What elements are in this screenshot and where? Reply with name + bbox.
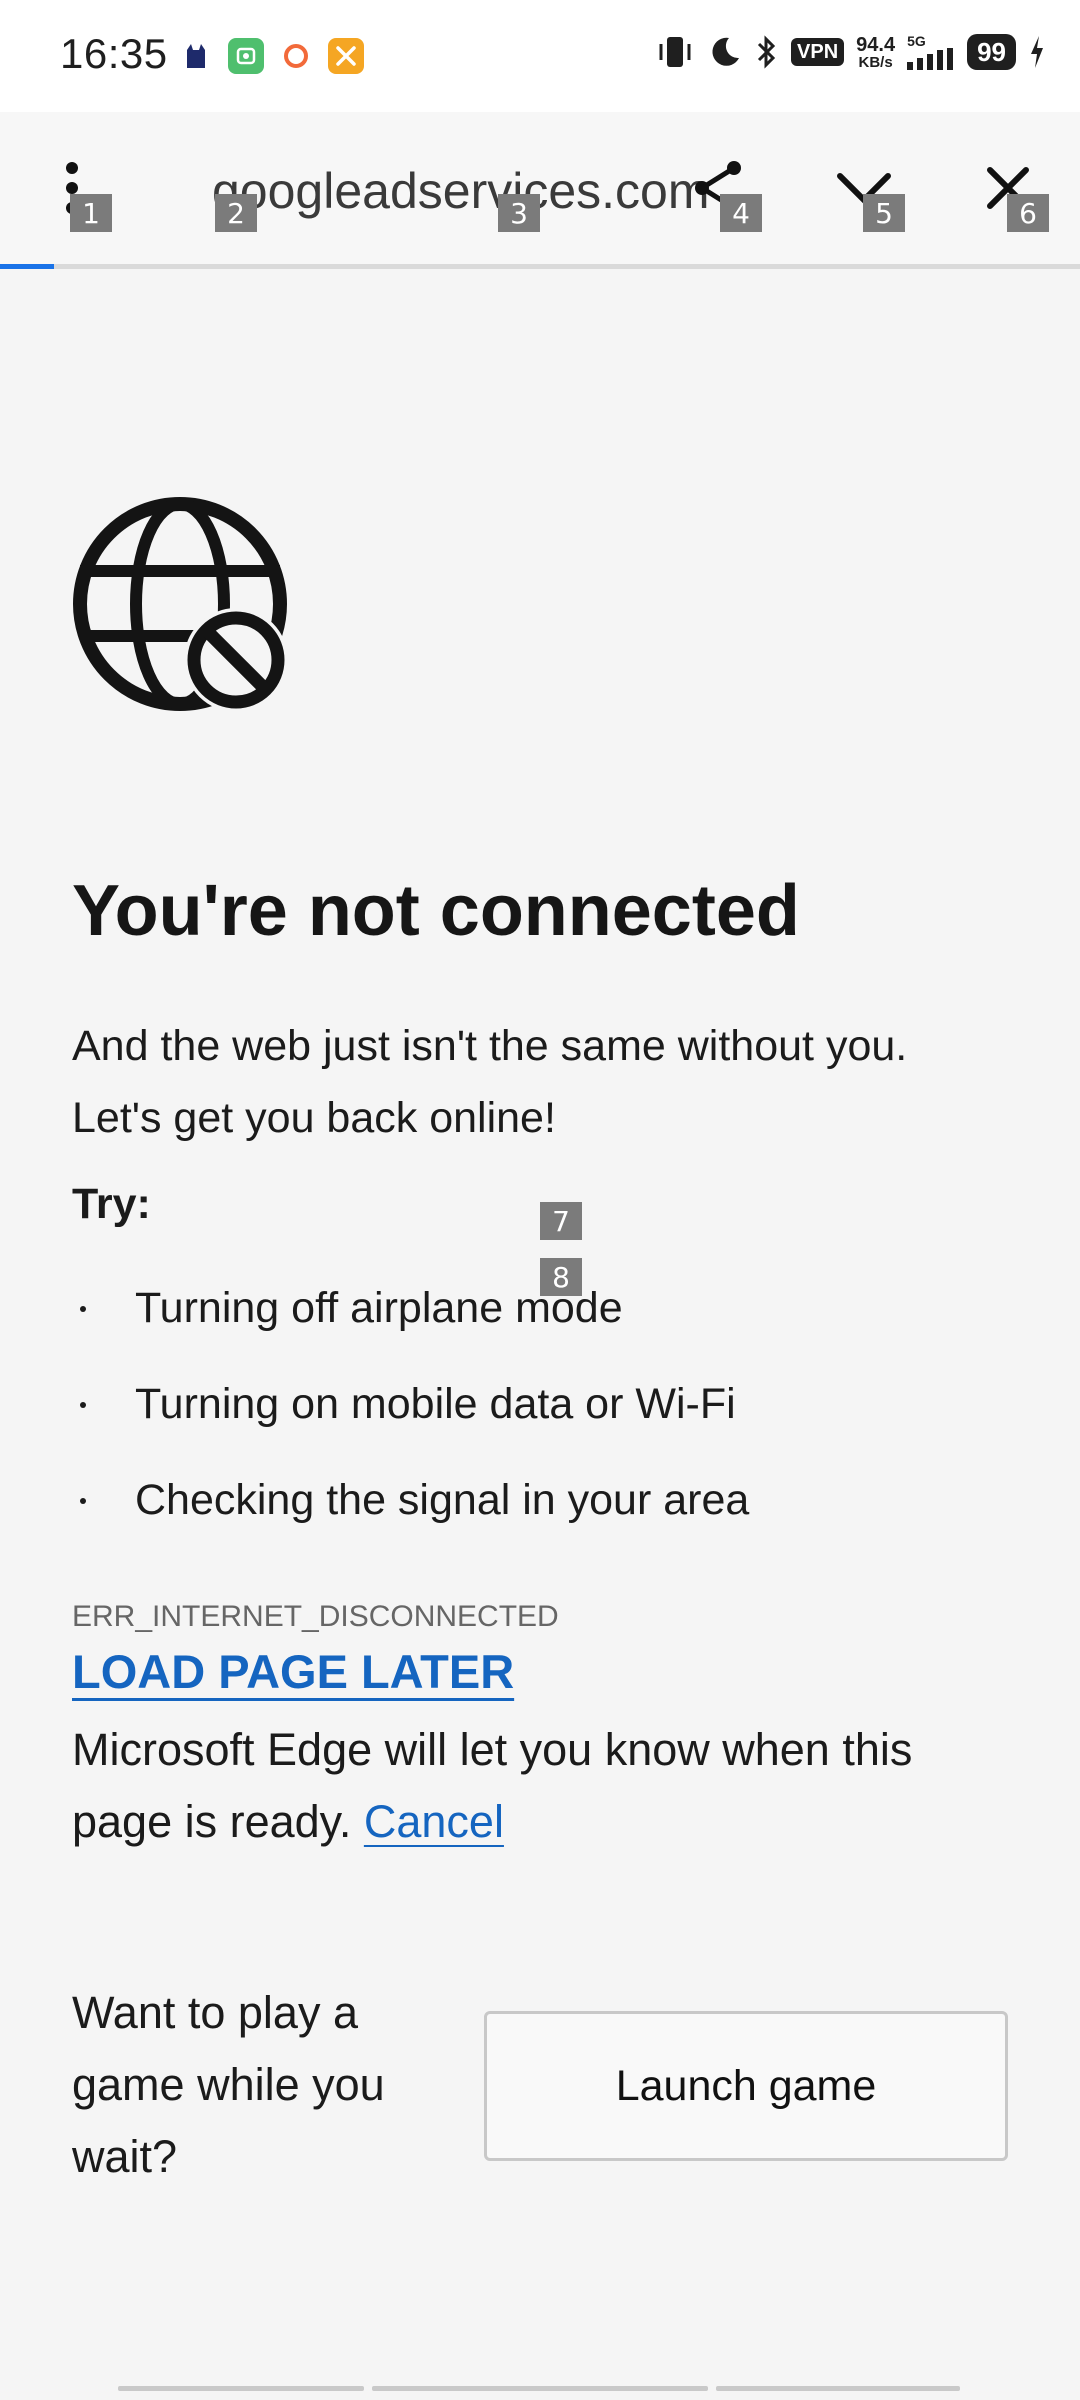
cancel-link[interactable]: Cancel [364, 1796, 504, 1847]
tip-mobile-data-wifi: Turning on mobile data or Wi-Fi [72, 1368, 1002, 1464]
notify-text: Microsoft Edge will let you know when th… [72, 1714, 1012, 1858]
signal-bars-icon [907, 48, 954, 70]
error-code: ERR_INTERNET_DISCONNECTED [72, 1600, 559, 1633]
record-app-icon [278, 38, 314, 74]
tip-check-signal: Checking the signal in your area [72, 1464, 1002, 1560]
marker-2: 2 [215, 194, 257, 232]
intro-text: And the web just isn't the same without … [72, 1022, 908, 1142]
network-speed-unit: KB/s [858, 53, 893, 71]
page-load-progress-fill [0, 264, 54, 269]
gesture-bar [118, 2386, 960, 2391]
battery-level: 99 [967, 34, 1016, 70]
do-not-disturb-moon-icon [712, 37, 740, 66]
charging-bolt-icon [1031, 36, 1043, 68]
try-label: Try: [72, 1180, 151, 1228]
wallet-app-icon [228, 38, 264, 74]
browser-toolbar: googleadservices.com 1 2 3 4 5 6 [0, 112, 1080, 269]
load-page-later-link[interactable]: LOAD PAGE LATER [72, 1644, 514, 1699]
marker-1: 1 [70, 194, 112, 232]
bluetooth-icon [757, 35, 776, 69]
launch-game-button[interactable]: Launch game [484, 2011, 1008, 2161]
page-load-progress [0, 264, 1080, 269]
network-speed: 94.4 KB/s [856, 35, 895, 70]
notification-icons [178, 38, 364, 74]
status-bar: 16:35 VPN 94.4 KB/s 5G 99 [0, 0, 1080, 112]
network-speed-value: 94.4 [856, 33, 896, 56]
marker-5: 5 [863, 194, 905, 232]
page-title: You're not connected [72, 871, 800, 951]
game-prompt: Want to play a game while you wait? [72, 1987, 385, 2182]
tips-list: Turning off airplane mode Turning on mob… [72, 1272, 1002, 1560]
marker-7: 7 [540, 1202, 582, 1240]
cellular-signal: 5G [907, 34, 955, 70]
network-type: 5G [907, 33, 926, 49]
marker-6: 6 [1007, 194, 1049, 232]
tip-airplane-mode: Turning off airplane mode [72, 1272, 1002, 1368]
marker-4: 4 [720, 194, 762, 232]
tools-app-icon [328, 38, 364, 74]
cat-app-icon [178, 38, 214, 74]
status-time: 16:35 [60, 30, 168, 77]
vpn-badge: VPN [791, 38, 845, 66]
url-text[interactable]: googleadservices.com [212, 162, 710, 220]
marker-3: 3 [498, 194, 540, 232]
globe-blocked-icon [73, 497, 288, 712]
vibrate-icon [659, 37, 691, 67]
system-icons: VPN 94.4 KB/s 5G 99 [655, 34, 1046, 70]
